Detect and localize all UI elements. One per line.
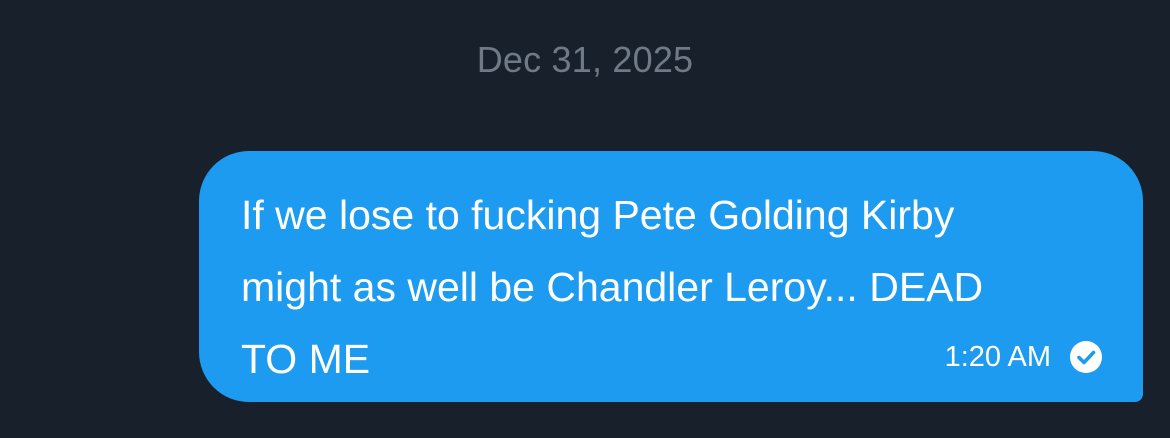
message-meta: 1:20 AM [945,340,1103,374]
date-separator: Dec 31, 2025 [476,39,694,80]
message-bubble[interactable]: If we lose to fucking Pete Golding Kirby… [199,151,1143,402]
read-check-icon [1070,341,1102,373]
message-timestamp: 1:20 AM [944,341,1051,373]
